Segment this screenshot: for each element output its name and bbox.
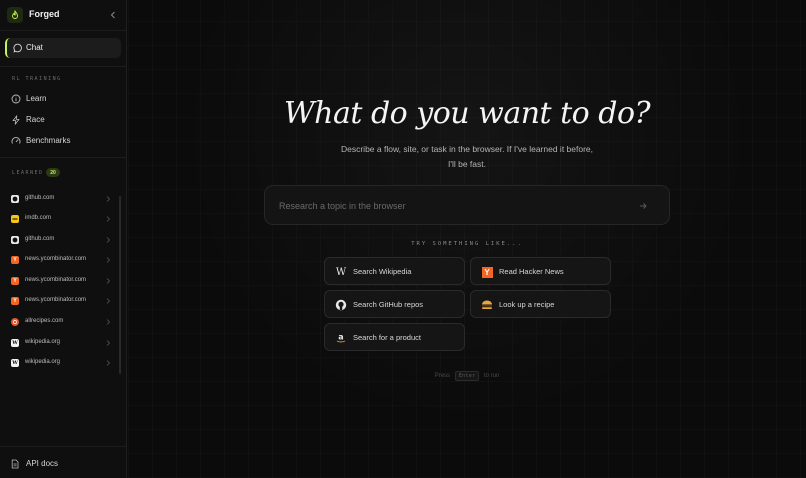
wikipedia-favicon-icon: W	[11, 339, 19, 347]
learned-item[interactable]: imdb.com	[0, 210, 118, 228]
bolt-icon	[10, 114, 22, 126]
github-favicon-icon	[11, 195, 19, 203]
amazon-icon: a	[335, 332, 347, 344]
divider	[0, 30, 127, 31]
brand: Forged	[7, 7, 123, 23]
suggestion-label: Search for a product	[353, 333, 421, 342]
suggestion-label: Look up a recipe	[499, 300, 555, 309]
ycombinator-favicon-icon: Y	[11, 297, 19, 305]
chat-bubble-icon	[12, 42, 24, 54]
burger-icon	[481, 299, 493, 311]
github-icon	[335, 299, 347, 311]
section-label-learned: LEARNED	[12, 170, 44, 176]
allrecipes-favicon-icon	[11, 318, 19, 326]
divider	[0, 66, 127, 67]
learned-item[interactable]: github.com	[0, 190, 118, 208]
send-arrow-icon[interactable]	[636, 199, 650, 213]
wikipedia-icon: W	[335, 266, 347, 278]
app-name: Forged	[29, 9, 60, 19]
divider	[0, 157, 127, 158]
learned-item[interactable]: Y news.ycombinator.com	[0, 272, 118, 290]
page-title: What do you want to do?	[283, 96, 651, 131]
sidebar: Forged Chat RL TRAINING Learn Race Bench…	[0, 0, 127, 478]
suggestions-label: TRY SOMETHING LIKE...	[411, 241, 523, 247]
learned-item-label: news.ycombinator.com	[25, 297, 87, 303]
sidebar-item-label: Learn	[26, 94, 47, 103]
svg-text:a: a	[338, 333, 343, 342]
suggestion-label: Search GitHub repos	[353, 300, 424, 309]
prompt-input[interactable]	[277, 195, 621, 217]
document-icon	[9, 458, 21, 470]
chevron-right-icon	[106, 257, 111, 263]
ycombinator-favicon-icon: Y	[11, 277, 19, 285]
learned-item[interactable]: W wikipedia.org	[0, 354, 118, 372]
sidebar-item-label: Benchmarks	[26, 136, 71, 145]
forged-logo-icon	[7, 7, 23, 23]
learned-item-label: wikipedia.org	[25, 359, 61, 365]
learned-item-label: github.com	[25, 236, 55, 242]
sidebar-item-benchmarks[interactable]: Benchmarks	[0, 132, 118, 150]
sidebar-item-chat[interactable]: Chat	[5, 38, 121, 58]
ycombinator-icon: Y	[481, 266, 493, 278]
sidebar-scrollbar[interactable]	[119, 196, 121, 374]
chevron-right-icon	[106, 237, 111, 243]
sidebar-item-learn[interactable]: Learn	[0, 90, 118, 108]
enter-key: Enter	[454, 371, 480, 381]
learned-count-badge: 20	[46, 168, 60, 177]
suggestion-label: Read Hacker News	[499, 267, 564, 276]
suggestion-read-hacker-news[interactable]: Y Read Hacker News	[470, 257, 611, 285]
page-subtitle: Describe a flow, site, or task in the br…	[340, 144, 594, 169]
suggestion-search-github[interactable]: Search GitHub repos	[324, 290, 465, 318]
learned-item[interactable]: Y news.ycombinator.com	[0, 251, 118, 269]
info-icon	[10, 93, 22, 105]
api-docs-label: API docs	[26, 459, 59, 468]
suggestion-search-product[interactable]: a Search for a product	[324, 323, 465, 351]
prompt-box	[264, 185, 670, 225]
main-panel: What do you want to do? Describe a flow,…	[128, 0, 806, 478]
sidebar-item-label: Chat	[26, 43, 43, 52]
learned-item[interactable]: github.com	[0, 231, 118, 249]
chevron-right-icon	[106, 216, 111, 222]
hint-text-after: to run	[483, 373, 500, 379]
github-favicon-icon	[11, 236, 19, 244]
learned-item-label: news.ycombinator.com	[25, 256, 87, 262]
suggestion-search-wikipedia[interactable]: W Search Wikipedia	[324, 257, 465, 285]
sidebar-item-api-docs[interactable]: API docs	[0, 446, 127, 478]
learned-item-label: imdb.com	[25, 215, 52, 221]
learned-item[interactable]: allrecipes.com	[0, 313, 118, 331]
chevron-right-icon	[106, 278, 111, 284]
ycombinator-favicon-icon: Y	[11, 256, 19, 264]
section-label-rl-training: RL TRAINING	[12, 76, 62, 82]
learned-item-label: news.ycombinator.com	[25, 277, 87, 283]
learned-item-label: wikipedia.org	[25, 339, 61, 345]
suggestion-label: Search Wikipedia	[353, 267, 412, 276]
chevron-right-icon	[106, 340, 111, 346]
gauge-icon	[10, 135, 22, 147]
chevron-right-icon	[106, 298, 111, 304]
imdb-favicon-icon	[11, 215, 19, 223]
chevron-right-icon	[106, 360, 111, 366]
learned-item[interactable]: W wikipedia.org	[0, 334, 118, 352]
keyboard-hint: Press Enter to run	[128, 371, 806, 381]
learned-item[interactable]: Y news.ycombinator.com	[0, 292, 118, 310]
hint-text-before: Press	[434, 373, 451, 379]
sidebar-item-race[interactable]: Race	[0, 111, 118, 129]
collapse-sidebar-icon[interactable]	[108, 8, 118, 22]
chevron-right-icon	[106, 319, 111, 325]
learned-item-label: allrecipes.com	[25, 318, 64, 324]
sidebar-item-label: Race	[26, 115, 45, 124]
learned-item-label: github.com	[25, 195, 55, 201]
suggestion-look-up-recipe[interactable]: Look up a recipe	[470, 290, 611, 318]
wikipedia-favicon-icon: W	[11, 359, 19, 367]
chevron-right-icon	[106, 196, 111, 202]
